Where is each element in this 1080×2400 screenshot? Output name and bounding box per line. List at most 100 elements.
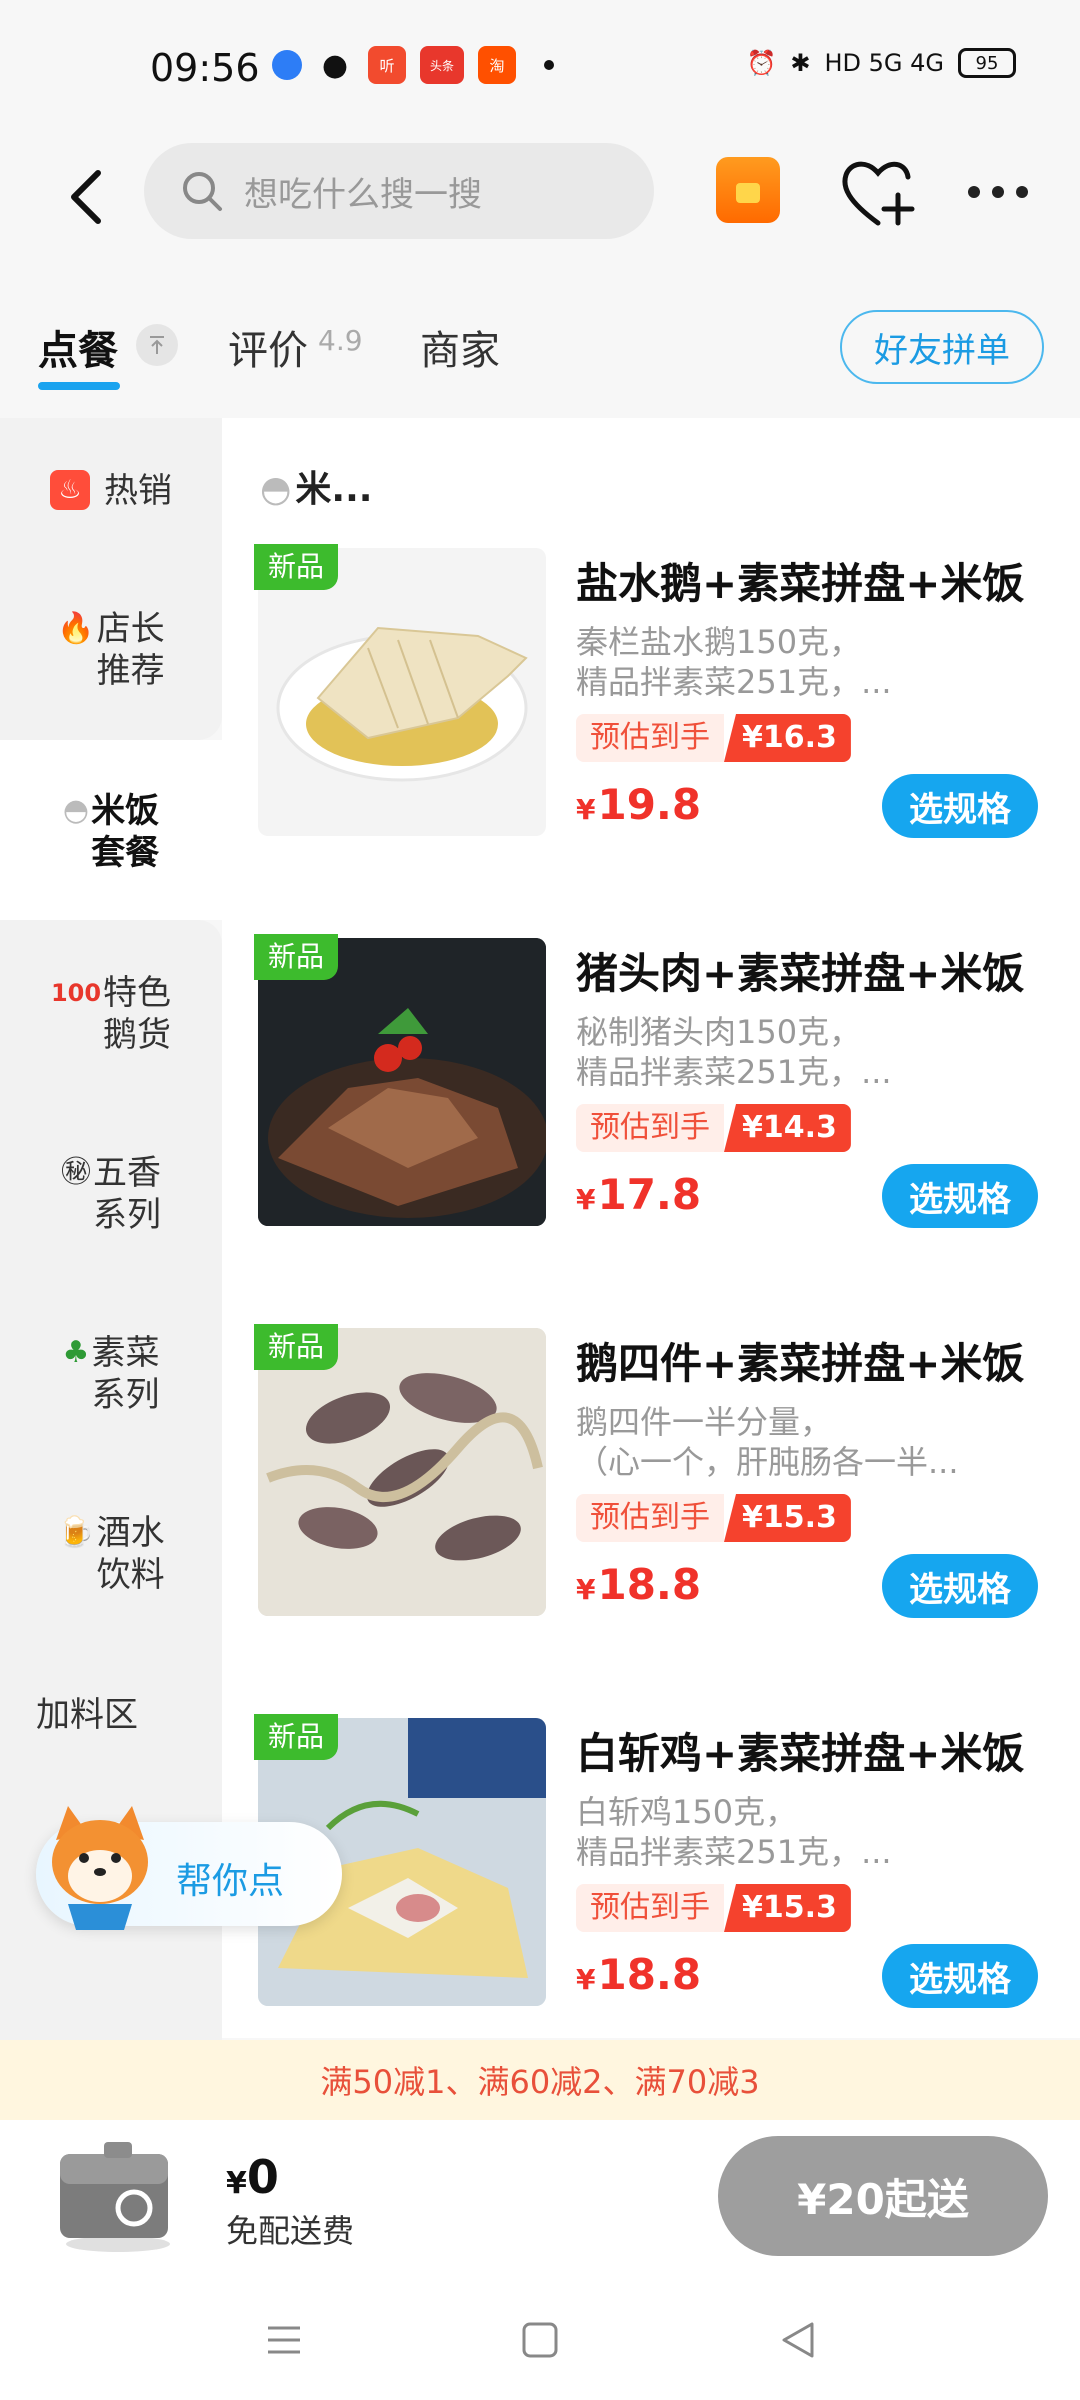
cart-total: ¥0 bbox=[226, 2150, 279, 2204]
status-bar: 09:56 ● 听 头条 淘 ⏰ ✱ HD 5G 4G 95 bbox=[0, 0, 1080, 135]
favorite-button[interactable] bbox=[838, 155, 918, 231]
menu-item[interactable]: 新品 白斩鸡+素菜拼盘+米饭 白斩鸡150克， 精品拌素菜251克，... 预估到… bbox=[222, 1688, 1080, 2078]
select-spec-button[interactable]: 选规格 bbox=[882, 774, 1038, 838]
sidebar-item-hot[interactable]: ♨ 热销 bbox=[0, 470, 222, 512]
heart-plus-icon bbox=[842, 161, 915, 226]
battery-icon: 95 bbox=[958, 48, 1016, 78]
sidebar-item-label: 酒水 饮料 bbox=[96, 1513, 165, 1595]
sidebar-item-vegetables[interactable]: ♣ 素菜 系列 bbox=[0, 1332, 222, 1416]
pin-top-icon[interactable] bbox=[136, 324, 178, 366]
chevron-left-icon bbox=[71, 170, 101, 224]
battery-level: 95 bbox=[975, 52, 999, 74]
sidebar-item-special-goose[interactable]: 100 特色 鹅货 bbox=[0, 972, 222, 1056]
tab-merchant[interactable]: 商家 bbox=[420, 318, 500, 376]
estimated-price-tag: 预估到手 ¥14.3 bbox=[576, 1104, 851, 1152]
dot-icon bbox=[1016, 186, 1028, 198]
wechat-icon: ● bbox=[321, 47, 349, 83]
dish-image[interactable] bbox=[258, 938, 546, 1226]
dish-image[interactable] bbox=[258, 1328, 546, 1616]
beer-icon: 🍺 bbox=[57, 1515, 95, 1550]
system-nav-bar bbox=[0, 2280, 1080, 2400]
estimated-price-tag: 预估到手 ¥16.3 bbox=[576, 714, 851, 762]
dot-icon bbox=[968, 186, 980, 198]
status-app-icons: ● 听 头条 淘 bbox=[272, 46, 554, 84]
dish-description: 秦栏盐水鹅150克， 精品拌素菜251克，... bbox=[576, 623, 892, 701]
menu-item[interactable]: 新品 盐水鹅+素菜拼盘+米饭 秦栏盐水鹅150克， 精品拌素菜251克，... 预… bbox=[222, 518, 1080, 908]
dish-price: ¥17.8 bbox=[576, 1170, 702, 1219]
sidebar-item-label: 五香 系列 bbox=[93, 1153, 161, 1235]
new-badge: 新品 bbox=[254, 1324, 339, 1370]
back-nav-button[interactable] bbox=[776, 2318, 820, 2362]
menu-item[interactable]: 新品 鹅四件+素菜拼盘+米饭 鹅四件一半分量， （心一个，肝肫肠各一半... 预估… bbox=[222, 1298, 1080, 1688]
search-placeholder: 想吃什么搜一搜 bbox=[244, 174, 482, 215]
dish-photo bbox=[258, 1328, 546, 1616]
shiba-mascot-icon[interactable] bbox=[38, 1800, 162, 1936]
estimated-price-tag: 预估到手 ¥15.3 bbox=[576, 1494, 851, 1542]
sidebar-item-label: 店长 推荐 bbox=[96, 609, 165, 691]
status-indicators: ⏰ ✱ HD 5G 4G 95 bbox=[746, 48, 1016, 78]
sidebar-item-drinks[interactable]: 🍺 酒水 饮料 bbox=[0, 1512, 222, 1596]
hamburger-icon bbox=[268, 2326, 300, 2354]
select-spec-button[interactable]: 选规格 bbox=[882, 1944, 1038, 2008]
more-options-button[interactable] bbox=[968, 177, 1048, 207]
select-spec-button[interactable]: 选规格 bbox=[882, 1554, 1038, 1618]
new-badge: 新品 bbox=[254, 1714, 339, 1760]
tab-reviews[interactable]: 评价 bbox=[228, 318, 308, 376]
back-button[interactable] bbox=[56, 157, 116, 237]
sidebar-item-label: 素菜 系列 bbox=[91, 1333, 160, 1415]
dish-name: 盐水鹅+素菜拼盘+米饭 bbox=[576, 559, 1025, 608]
dot-icon bbox=[992, 186, 1004, 198]
secret-icon: ㊙ bbox=[61, 1155, 91, 1190]
sidebar-item-label: 加料区 bbox=[36, 1695, 138, 1735]
dish-photo bbox=[258, 938, 546, 1226]
red-packet-icon[interactable] bbox=[716, 157, 780, 223]
cart-box-icon[interactable] bbox=[56, 2134, 182, 2254]
bilibili-notify-icon bbox=[272, 50, 302, 80]
sidebar-item-manager-recommend[interactable]: 🔥 店长 推荐 bbox=[0, 608, 222, 692]
menu-nav-button[interactable] bbox=[262, 2318, 306, 2362]
hot-icon: ♨ bbox=[50, 470, 90, 510]
menu-item[interactable]: 新品 猪头肉+素菜拼盘+米饭 秘制猪头肉150克， 精品拌素菜251克，... 预… bbox=[222, 908, 1080, 1298]
select-spec-button[interactable]: 选规格 bbox=[882, 1164, 1038, 1228]
fire-icon: 🔥 bbox=[57, 611, 95, 646]
dish-name: 猪头肉+素菜拼盘+米饭 bbox=[576, 949, 1025, 998]
arrow-up-icon bbox=[150, 336, 164, 354]
estimated-label: 预估到手 bbox=[576, 1884, 724, 1932]
dish-description: 鹅四件一半分量， （心一个，肝肫肠各一半... bbox=[576, 1403, 959, 1481]
sidebar-item-five-spice[interactable]: ㊙ 五香 系列 bbox=[0, 1152, 222, 1236]
dish-price: ¥19.8 bbox=[576, 780, 702, 829]
estimated-price: ¥16.3 bbox=[724, 714, 851, 762]
estimated-label: 预估到手 bbox=[576, 1104, 724, 1152]
dish-price: ¥18.8 bbox=[576, 1950, 702, 1999]
rating-score: 4.9 bbox=[318, 324, 363, 357]
sidebar-item-label: 特色 鹅货 bbox=[103, 973, 172, 1055]
delivery-fee-note: 免配送费 bbox=[226, 2212, 355, 2250]
estimated-price-tag: 预估到手 ¥15.3 bbox=[576, 1884, 851, 1932]
friend-group-order-button[interactable]: 好友拼单 bbox=[840, 310, 1044, 384]
estimated-price: ¥15.3 bbox=[724, 1884, 851, 1932]
section-title: ◓ 米... bbox=[260, 469, 373, 510]
more-notifications-dot bbox=[544, 60, 554, 70]
sidebar-item-rice-set[interactable]: ◓ 米饭 套餐 bbox=[0, 790, 222, 874]
estimated-price: ¥15.3 bbox=[724, 1494, 851, 1542]
dish-photo bbox=[276, 626, 528, 782]
palm-icon: ♣ bbox=[62, 1335, 90, 1370]
search-icon bbox=[183, 172, 222, 211]
taobao-icon: 淘 bbox=[478, 46, 516, 84]
alarm-icon: ⏰ bbox=[746, 49, 777, 77]
tab-order[interactable]: 点餐 bbox=[38, 318, 118, 376]
takeout-box-drawing bbox=[60, 2142, 170, 2252]
menu-list: ◓ 米... 新品 盐水鹅+素菜拼盘+米饭 秦栏盐水鹅150克， 精品拌素菜251克… bbox=[222, 418, 1080, 2038]
search-input[interactable]: 想吃什么搜一搜 bbox=[144, 143, 654, 239]
new-badge: 新品 bbox=[254, 934, 339, 980]
dish-image[interactable] bbox=[258, 548, 546, 836]
estimated-price: ¥14.3 bbox=[724, 1104, 851, 1152]
network-signal-icon: HD 5G 4G bbox=[824, 49, 944, 77]
store-header: 想吃什么搜一搜 bbox=[0, 135, 1080, 270]
home-nav-button[interactable] bbox=[518, 2318, 562, 2362]
min-order-checkout-button[interactable]: ¥20起送 bbox=[718, 2136, 1048, 2256]
store-tabs: 点餐 评价 4.9 商家 好友拼单 bbox=[0, 300, 1080, 410]
rice-bowl-icon: ◓ bbox=[260, 469, 292, 510]
status-time: 09:56 bbox=[150, 46, 260, 90]
sidebar-item-addons[interactable]: 加料区 bbox=[0, 1694, 222, 1736]
